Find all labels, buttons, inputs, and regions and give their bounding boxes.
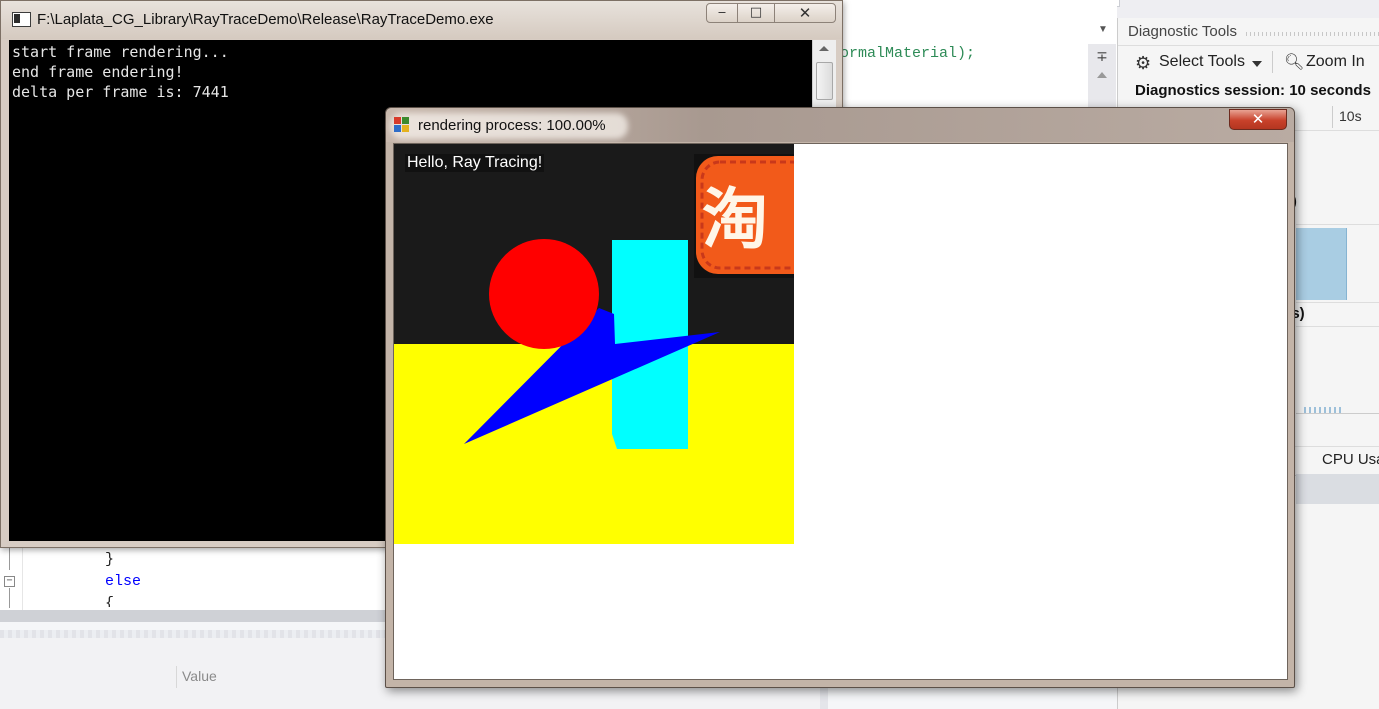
render-canvas[interactable]: Hello, Ray Tracing! 淘 [393,143,1288,680]
code-line: } [105,551,115,568]
column-separator[interactable] [176,666,177,688]
console-title: F:\Laplata_CG_Library\RayTraceDemo\Relea… [37,11,494,28]
render-titlebar[interactable]: rendering process: 100.00% ✕ [386,108,1294,142]
code-line: { [105,595,115,607]
fold-line [9,548,10,570]
gear-icon[interactable]: ⚙ [1135,54,1153,72]
maximize-button[interactable]: □ [737,3,775,23]
svg-text:淘: 淘 [702,181,768,258]
session-duration: Diagnostics session: 10 seconds [1135,82,1371,99]
console-titlebar[interactable]: F:\Laplata_CG_Library\RayTraceDemo\Relea… [1,1,842,39]
split-icon[interactable]: ∓ [1094,48,1110,64]
console-line: delta per frame is: 7441 [12,83,229,101]
red-sphere [489,239,599,349]
zoom-in-button[interactable]: Zoom In [1306,53,1365,71]
console-app-icon[interactable] [12,12,31,27]
close-button[interactable]: ✕ [1229,109,1287,130]
memory-chart[interactable] [1296,224,1379,303]
timeline-tick [1332,106,1333,128]
toolbar-separator [1272,51,1273,73]
zoom-icon[interactable]: 🔍︎ [1284,52,1304,72]
render-window[interactable]: rendering process: 100.00% ✕ Hello, Ray … [385,107,1295,688]
console-line: end frame endering! [12,63,184,81]
timeline-label: 10s [1339,108,1362,124]
scene-caption: Hello, Ray Tracing! [405,154,545,172]
select-tools-button[interactable]: Select Tools [1159,53,1245,71]
panel-grip[interactable] [1246,32,1379,36]
console-line: start frame rendering... [12,43,229,61]
tab-cpu-usage[interactable]: CPU Usa [1322,451,1379,468]
close-button[interactable]: ✕ [774,3,836,23]
value-column-header[interactable]: Value [182,668,217,684]
cpu-activity [1304,407,1344,413]
scrollbar-thumb[interactable] [816,62,833,100]
taobao-logo: 淘 [694,154,794,278]
panel-title: Diagnostic Tools [1128,23,1237,40]
app-icon[interactable] [394,117,410,133]
diagnostic-toolbar: ⚙ Select Tools 🔍︎ Zoom In [1118,45,1379,78]
render-title: rendering process: 100.00% [418,117,606,134]
console-text: start frame rendering... end frame enderi… [12,42,229,102]
minimize-button[interactable]: ‒ [706,3,738,23]
fold-toggle[interactable]: − [4,576,15,587]
scroll-up-icon[interactable] [819,46,829,51]
memory-bar [1296,228,1347,300]
caret-down-icon[interactable] [1252,61,1262,67]
code-line: ormalMaterial); [840,45,976,62]
selected-row[interactable] [1296,474,1379,504]
chevron-down-icon[interactable]: ▼ [1098,24,1108,35]
cpu-chart[interactable] [1296,326,1379,414]
code-line-keyword: else [105,573,142,590]
scroll-up-icon[interactable] [1097,72,1107,78]
fold-line [9,588,10,608]
